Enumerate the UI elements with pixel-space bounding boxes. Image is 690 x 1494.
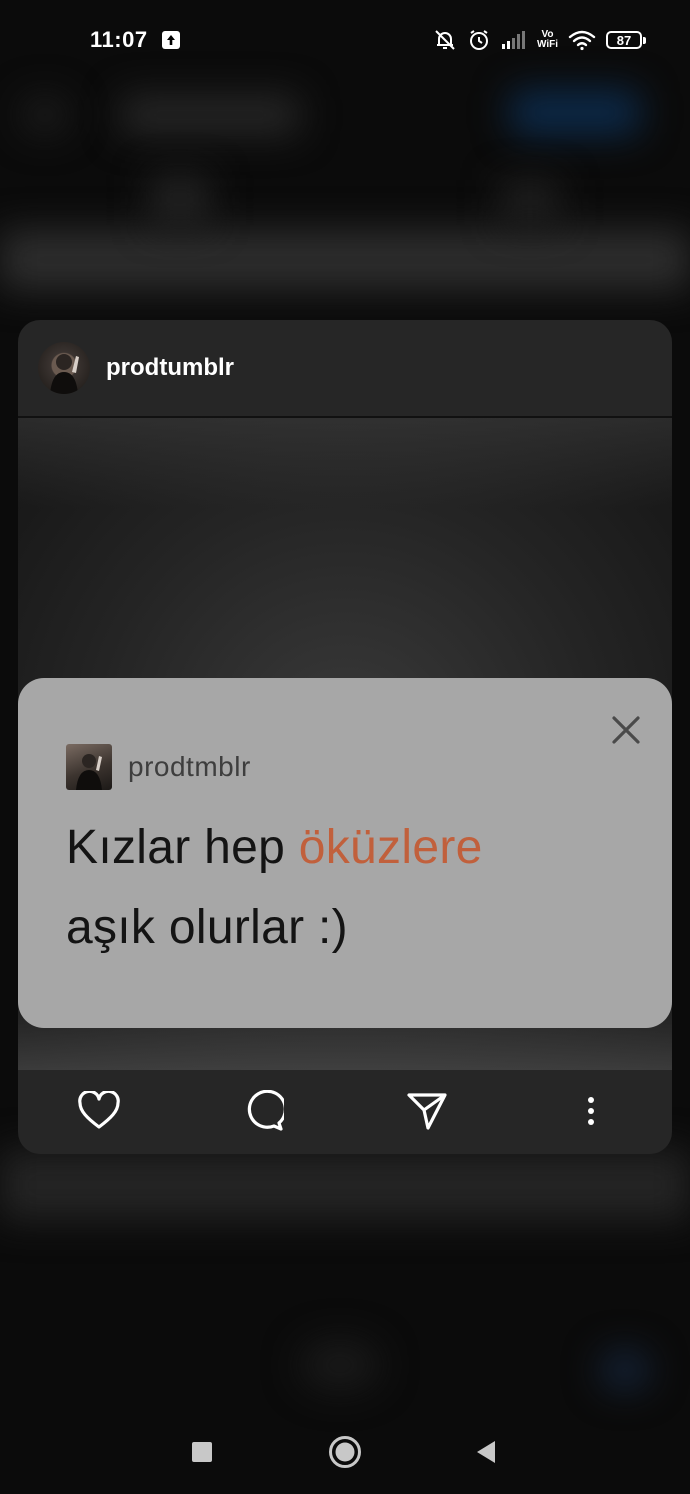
home-circle-icon[interactable] bbox=[323, 1430, 367, 1474]
embedded-notification-card: prodtmblr Kızlar hep öküzlere aşık olurl… bbox=[18, 678, 672, 1028]
mute-bell-icon bbox=[433, 28, 457, 52]
embedded-username: prodtmblr bbox=[128, 751, 251, 782]
back-triangle-icon[interactable] bbox=[464, 1430, 508, 1474]
heart-icon[interactable] bbox=[74, 1086, 124, 1136]
alarm-icon bbox=[467, 28, 491, 52]
message-text-part2: aşık olurlar :) bbox=[66, 901, 348, 954]
close-icon bbox=[610, 714, 642, 746]
post-preview-card: prodtumblr prodtmblr Kızlar hep öküzlere… bbox=[18, 320, 672, 1154]
system-navigation-bar bbox=[0, 1410, 690, 1494]
post-media-image: prodtmblr Kızlar hep öküzlere aşık olurl… bbox=[18, 418, 672, 1070]
comment-icon[interactable] bbox=[238, 1086, 288, 1136]
message-text-part1: Kızlar hep bbox=[66, 821, 299, 874]
status-clock: 11:07 bbox=[90, 27, 148, 52]
recents-square-icon[interactable] bbox=[180, 1430, 224, 1474]
user-avatar[interactable] bbox=[38, 342, 90, 394]
volte-bottom-text: WiFi bbox=[536, 39, 558, 50]
upload-notification-icon bbox=[161, 31, 180, 49]
more-options-icon[interactable] bbox=[566, 1086, 616, 1136]
wifi-icon bbox=[568, 29, 596, 51]
post-username[interactable]: prodtumblr bbox=[106, 354, 234, 382]
status-bar: 11:07 Vo WiFi 87 bbox=[0, 0, 690, 80]
battery-indicator: 87 bbox=[606, 31, 646, 49]
message-text-accent: öküzlere bbox=[298, 821, 483, 874]
volte-indicator: Vo WiFi bbox=[537, 30, 558, 50]
send-icon[interactable] bbox=[402, 1086, 452, 1136]
post-actions-bar bbox=[18, 1068, 672, 1154]
embedded-avatar bbox=[66, 744, 112, 790]
battery-level: 87 bbox=[606, 31, 642, 49]
post-header[interactable]: prodtumblr bbox=[18, 320, 672, 418]
signal-icon bbox=[501, 30, 527, 50]
embedded-message-text: Kızlar hep öküzlere aşık olurlar :) bbox=[66, 808, 646, 968]
